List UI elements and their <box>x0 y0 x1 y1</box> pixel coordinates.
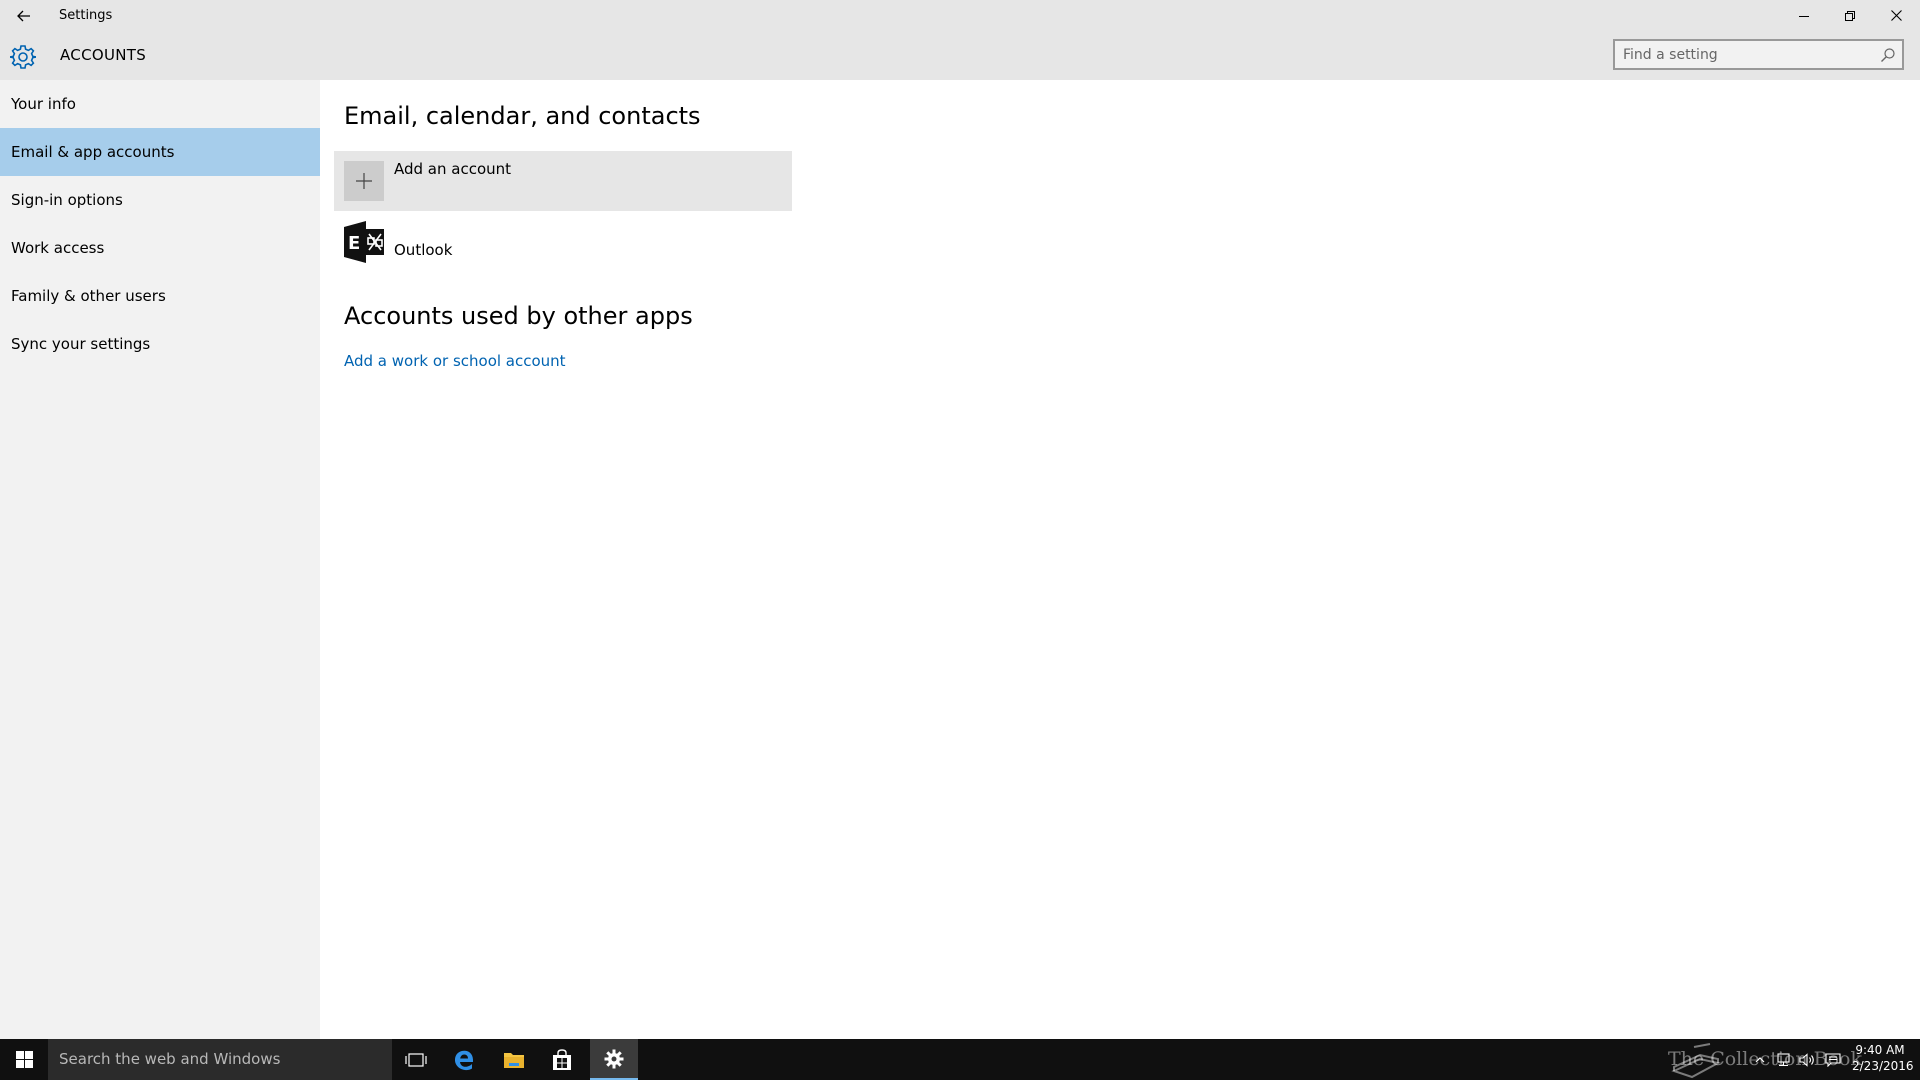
other-apps-heading: Accounts used by other apps <box>344 302 693 330</box>
volume-tray-button[interactable] <box>1796 1039 1818 1080</box>
taskbar: Search the web and Windows The Collectio… <box>0 1039 1920 1080</box>
settings-header: ACCOUNTS <box>0 31 1920 80</box>
account-item-outlook[interactable]: E Outlook <box>334 217 792 277</box>
svg-text:E: E <box>348 233 360 254</box>
add-account-button[interactable]: Add an account <box>334 151 792 211</box>
sidebar-item-your-info[interactable]: Your info <box>0 80 320 128</box>
search-box[interactable] <box>1613 39 1904 70</box>
back-arrow-icon <box>17 10 30 21</box>
exchange-icon: E <box>344 221 384 263</box>
close-button[interactable] <box>1873 0 1919 31</box>
app-title: Settings <box>59 8 113 23</box>
account-label-outlook: Outlook <box>394 241 453 259</box>
action-center-button[interactable] <box>1822 1039 1844 1080</box>
add-account-tile <box>344 161 384 201</box>
edge-icon <box>454 1050 474 1070</box>
section-title: ACCOUNTS <box>60 46 147 64</box>
add-work-school-account-link[interactable]: Add a work or school account <box>344 352 566 370</box>
task-view-icon <box>405 1052 427 1067</box>
windows-logo-icon <box>15 1051 33 1068</box>
taskbar-clock[interactable]: 9:40 AM 2/23/2016 <box>1852 1042 1914 1074</box>
task-view-button[interactable] <box>392 1039 440 1080</box>
file-explorer-icon <box>504 1052 524 1068</box>
close-icon <box>1890 10 1902 21</box>
restore-button[interactable] <box>1827 0 1873 31</box>
sidebar: Your info Email & app accounts Sign-in o… <box>0 80 320 1039</box>
back-button[interactable] <box>0 0 48 31</box>
settings-icon <box>604 1049 624 1068</box>
sidebar-item-sign-in-options[interactable]: Sign-in options <box>0 176 320 224</box>
chevron-up-icon <box>1755 1056 1765 1062</box>
main-content: Email, calendar, and contacts Add an acc… <box>320 80 1920 1039</box>
minimize-icon <box>1799 15 1809 17</box>
clock-date: 2/23/2016 <box>1852 1059 1914 1073</box>
show-hidden-icons-button[interactable] <box>1752 1039 1768 1080</box>
taskbar-search[interactable]: Search the web and Windows <box>48 1039 392 1080</box>
add-account-label: Add an account <box>394 160 512 178</box>
title-bar: Settings <box>0 0 1920 31</box>
taskbar-search-text: Search the web and Windows <box>59 1050 281 1068</box>
search-input[interactable] <box>1623 45 1863 65</box>
notification-icon <box>1825 1052 1841 1067</box>
settings-taskbar-button[interactable] <box>590 1039 638 1080</box>
start-button[interactable] <box>0 1039 48 1080</box>
volume-icon <box>1799 1052 1814 1067</box>
network-tray-button[interactable] <box>1772 1039 1794 1080</box>
network-icon <box>1777 1052 1790 1066</box>
email-section-heading: Email, calendar, and contacts <box>344 102 701 130</box>
edge-button[interactable] <box>440 1039 488 1080</box>
sidebar-item-sync-settings[interactable]: Sync your settings <box>0 320 320 368</box>
sidebar-item-family-other-users[interactable]: Family & other users <box>0 272 320 320</box>
restore-icon <box>1845 10 1855 21</box>
store-button[interactable] <box>538 1039 586 1080</box>
sidebar-item-email-app-accounts[interactable]: Email & app accounts <box>0 128 320 176</box>
search-icon[interactable] <box>1880 47 1896 63</box>
plus-icon <box>356 173 372 189</box>
sidebar-item-work-access[interactable]: Work access <box>0 224 320 272</box>
clock-time: 9:40 AM <box>1855 1043 1905 1057</box>
store-icon <box>553 1048 571 1070</box>
minimize-button[interactable] <box>1781 0 1827 31</box>
gear-icon <box>10 45 36 69</box>
file-explorer-button[interactable] <box>490 1039 538 1080</box>
